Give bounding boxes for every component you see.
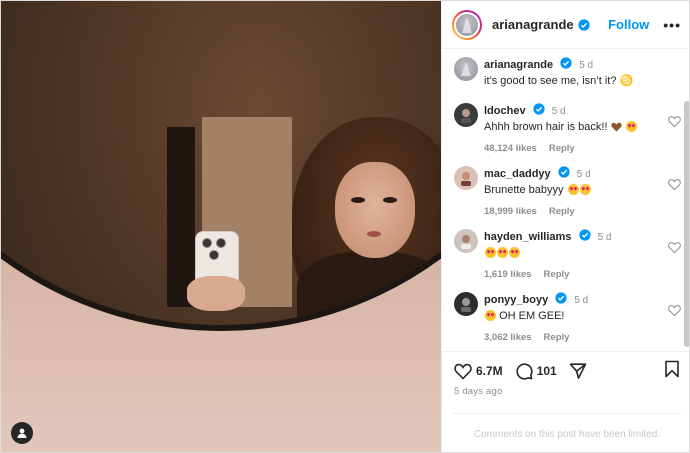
phone-camera bbox=[209, 250, 219, 260]
save-action bbox=[664, 360, 680, 383]
post-photo[interactable] bbox=[1, 1, 441, 452]
comment-likes[interactable]: 3,062 likes bbox=[484, 332, 532, 343]
comment-body: hayden_williams 5 d 1,619 likes Reply bbox=[484, 229, 654, 282]
tagged-user-icon[interactable] bbox=[11, 422, 33, 444]
like-comment-icon[interactable] bbox=[668, 304, 681, 317]
like-comment-icon[interactable] bbox=[668, 178, 681, 191]
heart-eyes-emoji-icon bbox=[625, 121, 637, 132]
verified-badge-icon bbox=[578, 18, 590, 31]
comment-username[interactable]: mac_daddyy bbox=[484, 168, 551, 180]
phone-camera bbox=[216, 238, 226, 248]
comment-body: mac_daddyy 5 d Brunette babyyy 18,999 li… bbox=[484, 166, 654, 219]
comment-item: mac_daddyy 5 d Brunette babyyy 18,999 li… bbox=[454, 166, 681, 219]
bookmark-icon[interactable] bbox=[664, 360, 680, 378]
comment-username[interactable]: hayden_williams bbox=[484, 231, 571, 243]
comments-scrollbar[interactable] bbox=[684, 101, 689, 347]
verified-badge-icon bbox=[558, 166, 570, 178]
comment-text-line: OH EM GEE! bbox=[484, 309, 654, 323]
comment-likes[interactable]: 1,619 likes bbox=[484, 269, 532, 280]
commenter-avatar[interactable] bbox=[454, 103, 478, 127]
author-avatar[interactable] bbox=[454, 57, 478, 81]
comment-time[interactable]: 5 d bbox=[552, 106, 566, 117]
reply-button[interactable]: Reply bbox=[549, 143, 575, 154]
comment-meta: 48,124 likes Reply bbox=[484, 142, 654, 156]
comment-item: ldochev 5 d Ahhh brown hair is back!! 48… bbox=[454, 103, 681, 156]
comment-username[interactable]: ponyy_boyy bbox=[484, 294, 548, 306]
reply-button[interactable]: Reply bbox=[549, 206, 575, 217]
comment-text-line: Brunette babyyy bbox=[484, 183, 654, 197]
verified-badge-icon bbox=[555, 292, 567, 304]
likes-count[interactable]: 6.7M bbox=[476, 364, 503, 378]
like-comment-icon[interactable] bbox=[668, 115, 681, 128]
reply-button[interactable]: Reply bbox=[544, 332, 570, 343]
share-send-icon[interactable] bbox=[569, 362, 587, 380]
comment-item: hayden_williams 5 d 1,619 likes Reply bbox=[454, 229, 681, 282]
comments-count[interactable]: 101 bbox=[537, 364, 557, 378]
post-side-panel: arianagrande Follow ••• arianagrande 5 d bbox=[441, 1, 689, 452]
photo-eye-right bbox=[383, 197, 397, 203]
comment-bubble-icon[interactable] bbox=[515, 362, 533, 380]
photo-mouth bbox=[367, 231, 381, 237]
comment-body: ponyy_boyy 5 d OH EM GEE! 3,062 likes Rep… bbox=[484, 292, 654, 345]
photo-hand bbox=[187, 276, 245, 311]
reply-button[interactable]: Reply bbox=[544, 269, 570, 280]
commenter-avatar[interactable] bbox=[454, 166, 478, 190]
commenter-avatar[interactable] bbox=[454, 229, 478, 253]
posted-time[interactable]: 5 days ago bbox=[454, 386, 680, 397]
comment-action: 101 bbox=[515, 362, 557, 380]
like-comment-icon[interactable] bbox=[668, 241, 681, 254]
caption-username[interactable]: arianagrande bbox=[484, 59, 553, 71]
follow-button[interactable]: Follow bbox=[608, 17, 649, 32]
comment-text-line: Ahhh brown hair is back!! bbox=[484, 120, 654, 134]
commenter-avatar[interactable] bbox=[454, 292, 478, 316]
comment-meta: 1,619 likes Reply bbox=[484, 268, 654, 282]
like-heart-icon[interactable] bbox=[454, 363, 472, 380]
brown-heart-icon bbox=[610, 122, 622, 132]
heart-eyes-emoji-icon bbox=[509, 247, 520, 258]
comment-text: Brunette babyyy bbox=[484, 184, 564, 196]
caption-text: it’s good to see me, isn’t it? ♋ bbox=[484, 75, 634, 87]
comments-list[interactable]: arianagrande 5 d it’s good to see me, is… bbox=[442, 49, 689, 351]
like-action: 6.7M bbox=[454, 363, 503, 380]
verified-badge-icon bbox=[560, 57, 572, 69]
comment-body: ldochev 5 d Ahhh brown hair is back!! 48… bbox=[484, 103, 654, 156]
photo-door bbox=[167, 127, 195, 307]
heart-eyes-emoji-icon bbox=[579, 184, 591, 195]
instagram-post: arianagrande Follow ••• arianagrande 5 d bbox=[0, 0, 690, 453]
author-avatar bbox=[454, 11, 480, 38]
post-actions: 6.7M 101 5 days ago bbox=[442, 351, 689, 411]
photo-eye-left bbox=[351, 197, 365, 203]
comment-likes[interactable]: 18,999 likes bbox=[484, 206, 537, 217]
heart-eyes-emoji-icon bbox=[497, 247, 508, 258]
action-row: 6.7M 101 bbox=[454, 360, 680, 382]
caption-time[interactable]: 5 d bbox=[579, 60, 593, 71]
heart-eyes-emoji-icon bbox=[485, 310, 496, 321]
post-header: arianagrande Follow ••• bbox=[442, 1, 689, 49]
comments-limited-notice: Comments on this post have been limited. bbox=[452, 413, 682, 452]
phone-camera bbox=[202, 238, 212, 248]
heart-eyes-emoji-icon bbox=[485, 247, 496, 258]
comment-likes[interactable]: 48,124 likes bbox=[484, 143, 537, 154]
comment-item: ponyy_boyy 5 d OH EM GEE! 3,062 likes Rep… bbox=[454, 292, 681, 345]
comment-time[interactable]: 5 d bbox=[577, 169, 591, 180]
heart-eyes-emoji-icon bbox=[567, 184, 579, 195]
comment-time[interactable]: 5 d bbox=[574, 295, 588, 306]
comment-username[interactable]: ldochev bbox=[484, 105, 526, 117]
verified-badge-icon bbox=[533, 103, 545, 115]
verified-badge-icon bbox=[578, 229, 591, 241]
comment-text: Ahhh brown hair is back!! bbox=[484, 121, 608, 133]
more-options-icon[interactable]: ••• bbox=[663, 17, 681, 33]
story-ring[interactable] bbox=[452, 9, 482, 40]
photo-face bbox=[335, 162, 415, 258]
caption-body: arianagrande 5 d it’s good to see me, is… bbox=[484, 57, 654, 88]
comment-text-line bbox=[484, 246, 654, 260]
share-action bbox=[569, 362, 591, 380]
comment-text: OH EM GEE! bbox=[499, 310, 565, 322]
comment-time[interactable]: 5 d bbox=[598, 232, 612, 243]
comment-meta: 3,062 likes Reply bbox=[484, 331, 654, 345]
photo-body bbox=[297, 252, 441, 325]
author-username[interactable]: arianagrande bbox=[492, 17, 574, 32]
comment-meta: 18,999 likes Reply bbox=[484, 205, 654, 219]
caption: arianagrande 5 d it’s good to see me, is… bbox=[454, 57, 679, 88]
